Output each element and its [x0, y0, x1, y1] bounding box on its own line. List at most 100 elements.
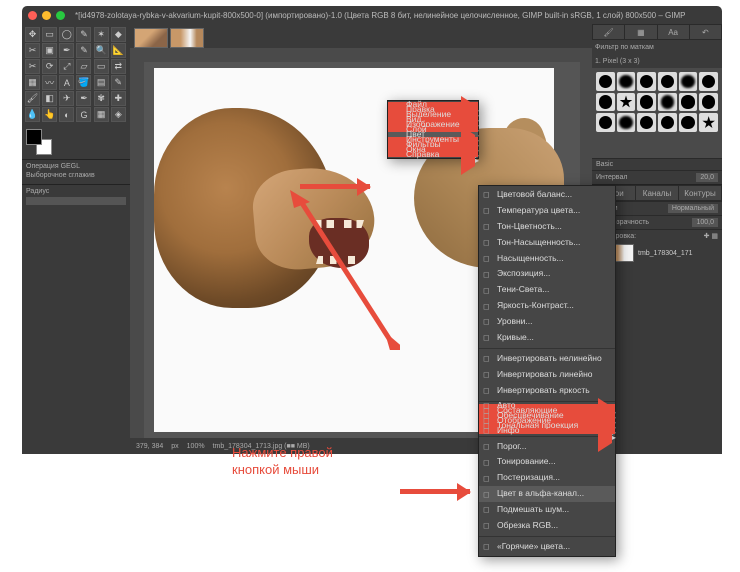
submenu-item[interactable]: ◻Яркость-Контраст...	[479, 298, 615, 314]
heal-tool[interactable]: ✚	[111, 91, 126, 106]
submenu-item[interactable]: ◻Порог...	[479, 439, 615, 455]
paths-tab[interactable]: Контуры	[679, 186, 721, 200]
minimize-window-button[interactable]	[42, 11, 51, 20]
submenu-item[interactable]: ◻Уровни...	[479, 314, 615, 330]
submenu-item[interactable]: ◻«Горячие» цвета...	[479, 539, 615, 555]
bucket-fill-tool[interactable]: 🪣	[76, 75, 91, 90]
submenu-item[interactable]: ◻Насыщенность...	[479, 251, 615, 267]
color-swatches[interactable]	[22, 125, 130, 159]
traffic-lights	[28, 11, 65, 20]
submenu-item[interactable]: ◻Тон-Насыщенность...	[479, 235, 615, 251]
smudge-tool[interactable]: 👆	[42, 107, 57, 122]
tool-grid: ✥ ▭ ◯ ✎ ✶ ◆ ✂ ▣ ✒ ✎ 🔍 📐 ✂ ⟳ ⤢ ▱ ▭ ⇄ ▦ 〰	[22, 24, 130, 125]
free-select-tool[interactable]: ✎	[76, 27, 91, 42]
basic-label[interactable]: Basic	[596, 161, 613, 168]
toolbox: ✥ ▭ ◯ ✎ ✶ ◆ ✂ ▣ ✒ ✎ 🔍 📐 ✂ ⟳ ⤢ ▱ ▭ ⇄ ▦ 〰	[22, 24, 130, 454]
context-menu-main: ФайлПравкаВыделениеВидИзображениеСлойЦве…	[387, 100, 479, 159]
image-tab-2[interactable]	[170, 28, 204, 48]
vertical-ruler[interactable]	[130, 48, 144, 438]
fonts-tab-icon[interactable]: Aa	[658, 25, 689, 39]
airbrush-tool[interactable]: ✈	[59, 91, 74, 106]
submenu-item[interactable]: ◻Обрезка RGB...	[479, 518, 615, 534]
color-picker-tool[interactable]: ✎	[76, 43, 91, 58]
annotation-text: Нажмите правой кнопкой мыши	[232, 445, 333, 479]
status-unit[interactable]: px	[171, 443, 178, 450]
radius-slider[interactable]	[26, 197, 126, 205]
submenu-item[interactable]: ◻Тени-Света...	[479, 282, 615, 298]
flip-tool[interactable]: ⇄	[111, 59, 126, 74]
history-tab-icon[interactable]: ↶	[690, 25, 721, 39]
unified-transform-tool[interactable]: ◈	[111, 107, 126, 122]
tool-options-panel: Операция GEGL Выборочное сглажив	[22, 159, 130, 184]
zoom-tool[interactable]: 🔍	[94, 43, 109, 58]
scale-tool[interactable]: ⤢	[59, 59, 74, 74]
window-title: *[id4978-zolotaya-rybka-v-akvarium-kupit…	[75, 11, 685, 20]
measure-tool[interactable]: 📐	[111, 43, 126, 58]
gegl-tool[interactable]: G	[76, 107, 91, 122]
filter-label: Фильтр по маткам	[595, 44, 654, 51]
by-color-select-tool[interactable]: ◆	[111, 27, 126, 42]
warp-tool[interactable]: 〰	[42, 75, 57, 90]
ink-tool[interactable]: ✒	[76, 91, 91, 106]
radius-row: Радиус	[22, 184, 130, 208]
opacity-value[interactable]: 100,0	[692, 218, 718, 227]
image-tab-1[interactable]	[134, 28, 168, 48]
menu-item-help[interactable]: Справка	[388, 152, 478, 157]
clone-tool[interactable]: ✾	[94, 91, 109, 106]
move-tool[interactable]: ✥	[25, 27, 40, 42]
foreground-select-tool[interactable]: ▣	[42, 43, 57, 58]
align-tool[interactable]: ▦	[94, 107, 109, 122]
image-tabs	[130, 24, 592, 48]
shear-tool[interactable]: ▱	[76, 59, 91, 74]
fuzzy-select-tool[interactable]: ✶	[94, 27, 109, 42]
scissors-tool[interactable]: ✂	[25, 43, 40, 58]
submenu-item[interactable]: ◻Тонирование...	[479, 454, 615, 470]
submenu-item[interactable]: ◻Инфо	[479, 429, 615, 434]
submenu-item[interactable]: ◻Подмешать шум...	[479, 502, 615, 518]
dodge-tool[interactable]: ◐	[59, 107, 74, 122]
paths-tool[interactable]: ✒	[59, 43, 74, 58]
submenu-item[interactable]: ◻Постеризация...	[479, 470, 615, 486]
brush-dock-tabs: 🖌 ▦ Aa ↶	[592, 24, 722, 40]
lock-icons[interactable]: ✚ ▦	[704, 232, 718, 240]
eraser-tool[interactable]: ◧	[42, 91, 57, 106]
paintbrush-tool[interactable]: 🖌	[25, 91, 40, 106]
status-coords: 379, 384	[136, 443, 163, 450]
mode-value[interactable]: Нормальный	[668, 204, 718, 213]
rect-select-tool[interactable]: ▭	[42, 27, 57, 42]
radius-label: Радиус	[26, 188, 126, 195]
submenu-item[interactable]: ◻Инвертировать яркость	[479, 383, 615, 399]
submenu-item[interactable]: ◻Тон-Цветность...	[479, 219, 615, 235]
horizontal-ruler[interactable]	[144, 48, 580, 62]
submenu-item[interactable]: ◻Цвет в альфа-канал...	[479, 486, 615, 502]
gradient-tool[interactable]: ▤	[94, 75, 109, 90]
close-window-button[interactable]	[28, 11, 37, 20]
submenu-item[interactable]: ◻Экспозиция...	[479, 266, 615, 282]
interval-value[interactable]: 20,0	[696, 173, 718, 182]
text-tool[interactable]: A	[59, 75, 74, 90]
zoom-window-button[interactable]	[56, 11, 65, 20]
annotation-arrow-2	[280, 190, 400, 350]
submenu-item[interactable]: ◻Инвертировать нелинейно	[479, 351, 615, 367]
patterns-tab-icon[interactable]: ▦	[625, 25, 656, 39]
perspective-tool[interactable]: ▭	[94, 59, 109, 74]
blur-tool[interactable]: 💧	[25, 107, 40, 122]
submenu-item[interactable]: ◻Цветовой баланс...	[479, 187, 615, 203]
submenu-item[interactable]: ◻Температура цвета...	[479, 203, 615, 219]
titlebar: *[id4978-zolotaya-rybka-v-akvarium-kupit…	[22, 6, 722, 24]
crop-tool[interactable]: ✂	[25, 59, 40, 74]
fg-color-swatch[interactable]	[26, 129, 42, 145]
submenu-item[interactable]: ◻Инвертировать линейно	[479, 367, 615, 383]
ellipse-select-tool[interactable]: ◯	[59, 27, 74, 42]
interval-label: Интервал	[596, 174, 627, 181]
rotate-tool[interactable]: ⟳	[42, 59, 57, 74]
brushes-tab-icon[interactable]: 🖌	[593, 25, 624, 39]
pencil-tool[interactable]: ✎	[111, 75, 126, 90]
layer-name[interactable]: tmb_178304_171	[638, 250, 693, 257]
brush-picker[interactable]	[592, 68, 722, 158]
status-zoom[interactable]: 100%	[187, 443, 205, 450]
cage-tool[interactable]: ▦	[25, 75, 40, 90]
channels-tab[interactable]: Каналы	[636, 186, 678, 200]
annotation-arrow-1	[300, 184, 370, 189]
submenu-item[interactable]: ◻Кривые...	[479, 330, 615, 346]
